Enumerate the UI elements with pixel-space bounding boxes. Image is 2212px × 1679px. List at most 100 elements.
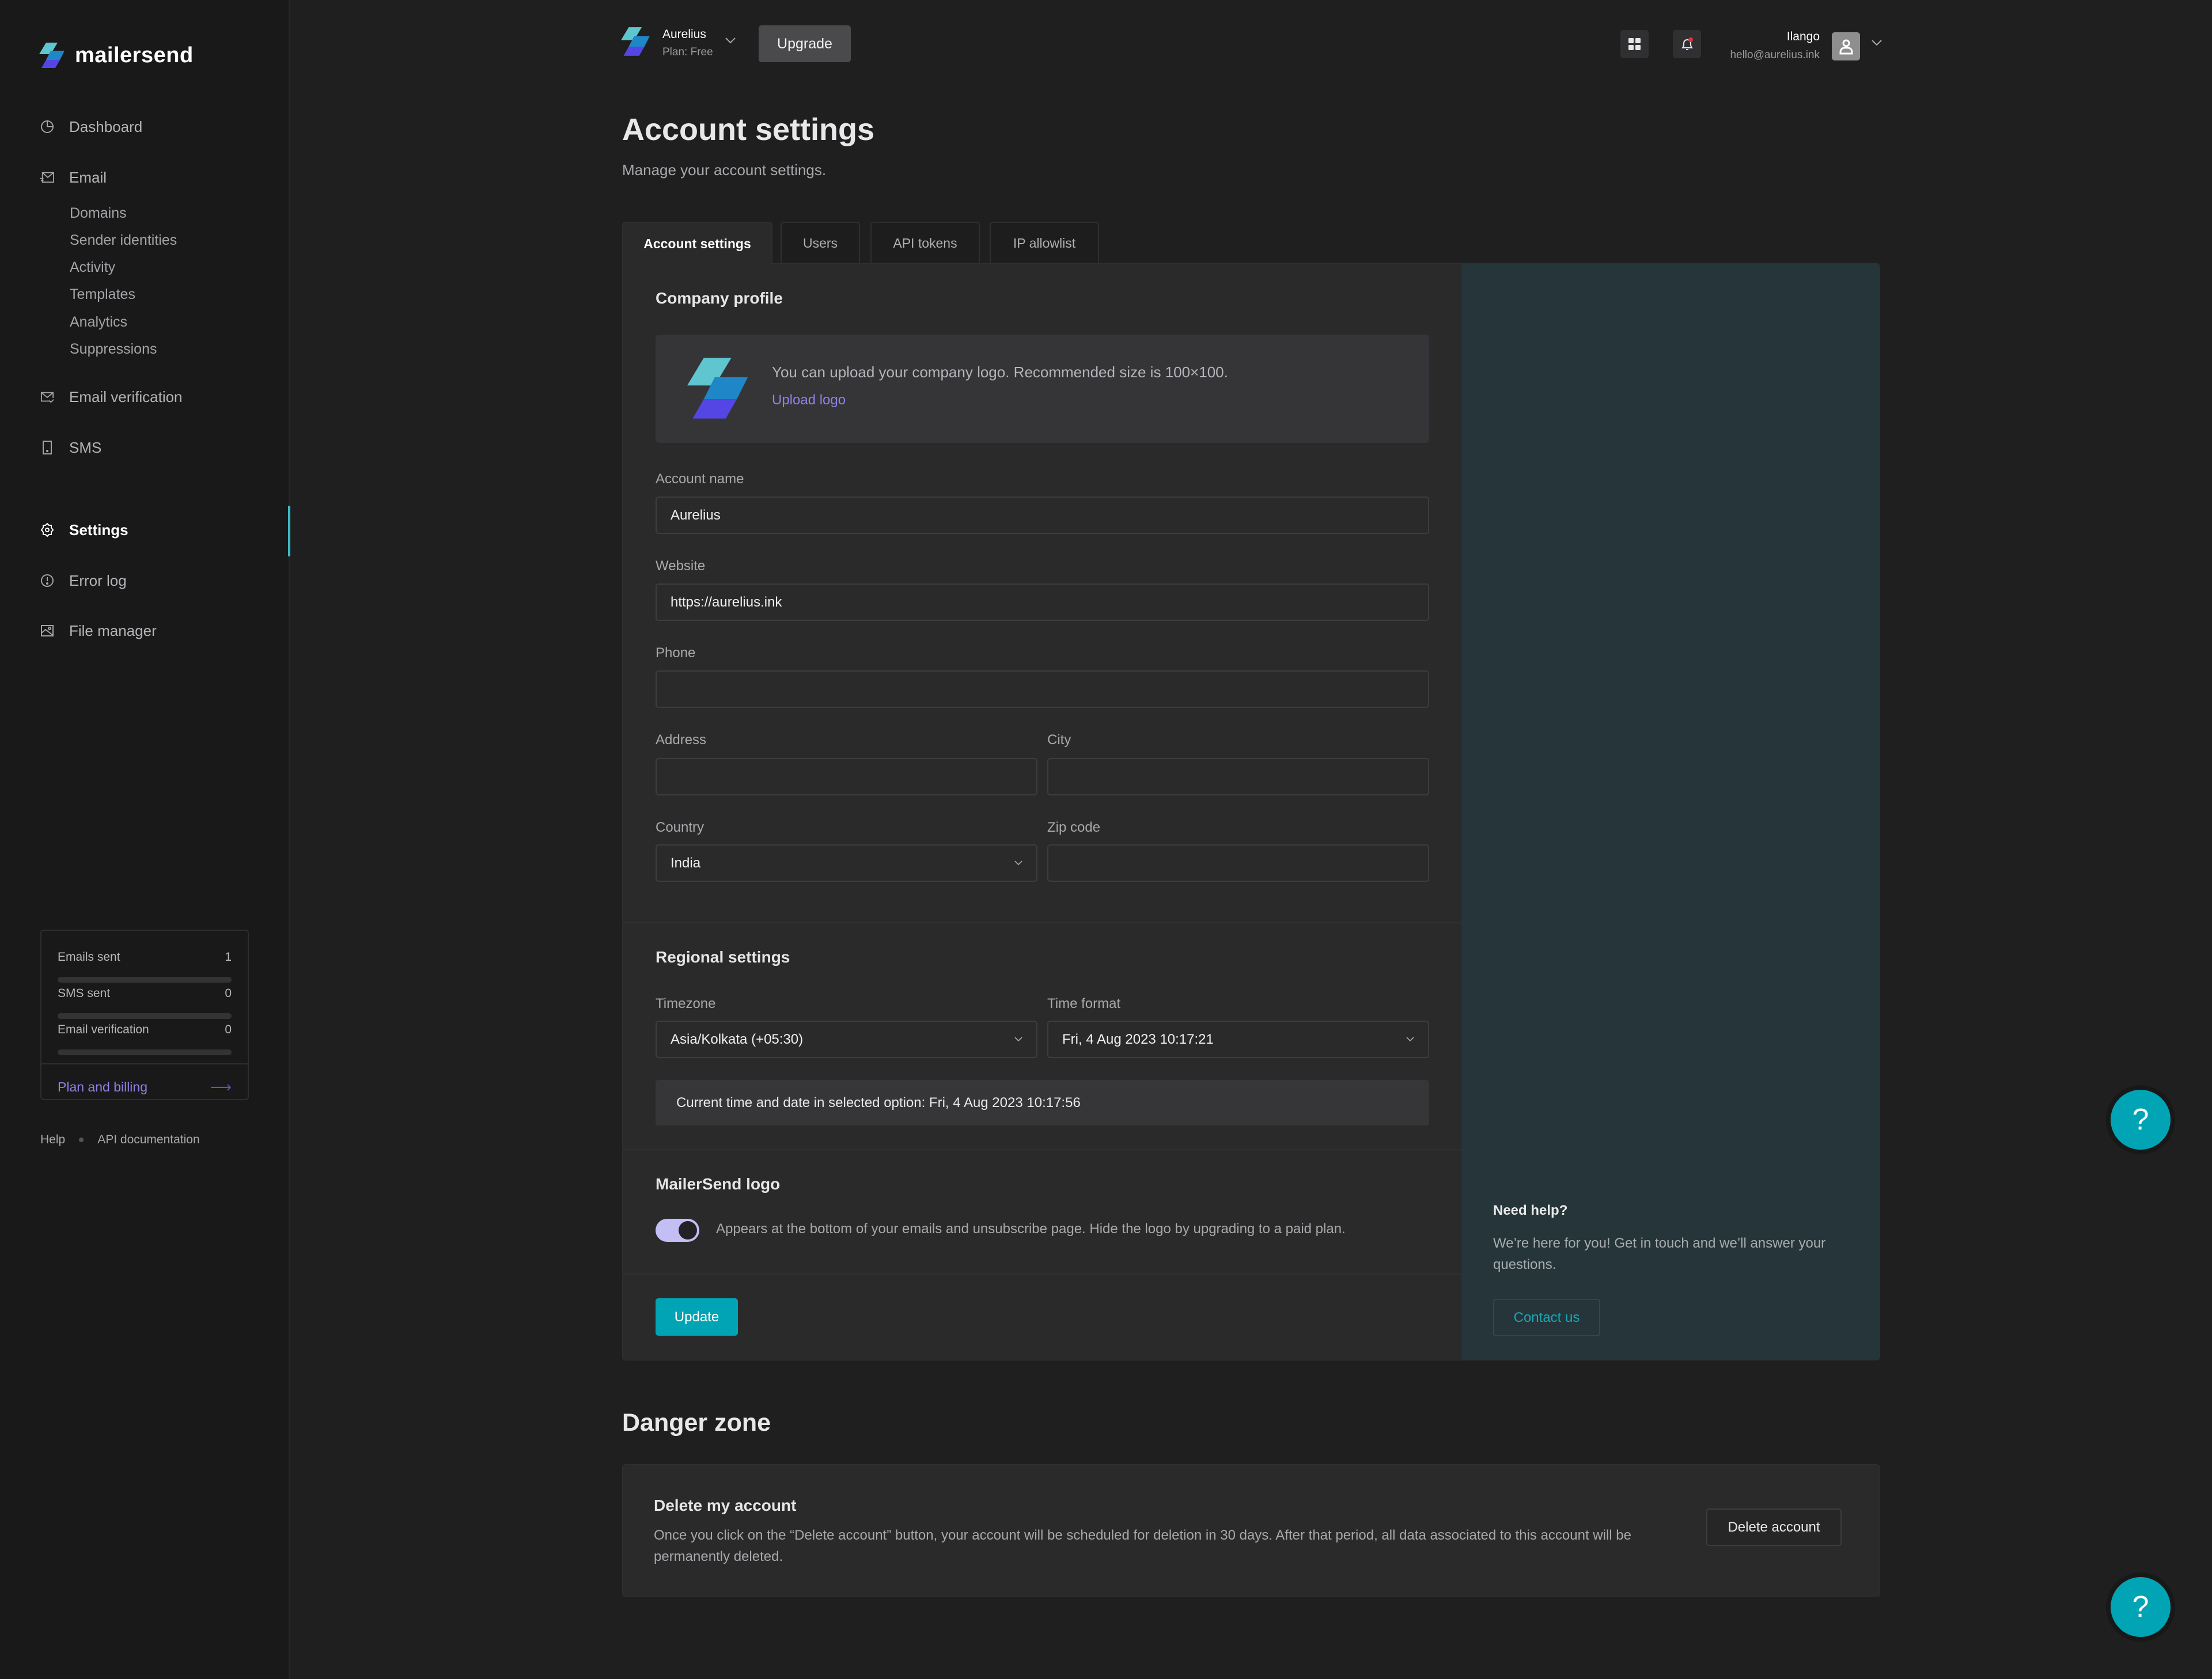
sidebar-subitem-domains[interactable]: Domains: [70, 203, 127, 223]
phone-field[interactable]: [656, 670, 1429, 708]
question-mark-icon: ?: [2132, 1103, 2149, 1136]
plan-link-label: Plan and billing: [58, 1079, 148, 1094]
arrow-right-icon: ⟶: [210, 1078, 232, 1096]
mailersend-logo-description: Appears at the bottom of your emails and…: [716, 1221, 1346, 1237]
phone-icon: [40, 441, 54, 454]
help-link[interactable]: Help: [40, 1133, 65, 1147]
sidebar-item-file-manager[interactable]: File manager: [40, 619, 157, 642]
sidebar-item-label: Error log: [69, 571, 127, 589]
sidebar-subitem-activity[interactable]: Activity: [70, 257, 115, 278]
country-select[interactable]: India: [656, 844, 1037, 882]
current-time-info: Current time and date in selected option…: [656, 1080, 1429, 1125]
delete-account-title: Delete my account: [654, 1496, 797, 1514]
website-field[interactable]: https://aurelius.ink: [656, 583, 1429, 621]
pie-chart-icon: [40, 120, 54, 134]
account-name-field[interactable]: Aurelius: [656, 497, 1429, 534]
company-logo-icon: [687, 358, 748, 419]
sidebar-item-dashboard[interactable]: Dashboard: [40, 115, 142, 138]
city-label: City: [1047, 732, 1071, 748]
sidebar: mailersend Dashboard Email Domains Sende…: [0, 0, 290, 1679]
regional-settings-heading: Regional settings: [656, 948, 790, 966]
workspace-plan: Plan: Free: [662, 46, 713, 58]
grid-icon: [1628, 37, 1641, 50]
phone-label: Phone: [656, 645, 696, 661]
chevron-down-icon: [1014, 1037, 1022, 1042]
sidebar-subitem-suppressions[interactable]: Suppressions: [70, 339, 157, 359]
sidebar-subitem-templates[interactable]: Templates: [70, 284, 135, 305]
help-fab-button[interactable]: ?: [2111, 1090, 2171, 1150]
delete-account-box: Delete my account Once you click on the …: [622, 1464, 1880, 1597]
logo-upload-message: You can upload your company logo. Recomm…: [772, 363, 1228, 381]
brand-logo[interactable]: mailersend: [39, 43, 194, 68]
active-indicator: [288, 506, 290, 556]
notifications-button[interactable]: [1673, 30, 1701, 58]
divider: [623, 922, 1461, 923]
country-label: Country: [656, 820, 704, 835]
separator-dot: [79, 1138, 84, 1142]
workspace-switcher[interactable]: [621, 26, 651, 56]
sidebar-subitem-sender-identities[interactable]: Sender identities: [70, 230, 177, 251]
chevron-down-icon[interactable]: [725, 37, 736, 44]
bell-icon: [1681, 37, 1693, 50]
time-format-label: Time format: [1047, 996, 1121, 1011]
usage-sms-sent: SMS sent 0: [58, 987, 232, 1000]
sidebar-item-label: Email: [69, 168, 107, 186]
tab-account-settings[interactable]: Account settings: [622, 222, 772, 264]
mailersend-logo-heading: MailerSend logo: [656, 1175, 781, 1193]
time-format-value: Fri, 4 Aug 2023 10:17:21: [1062, 1031, 1214, 1047]
sidebar-item-email-verification[interactable]: Email verification: [40, 385, 183, 408]
upgrade-button[interactable]: Upgrade: [759, 25, 851, 62]
zip-code-field[interactable]: [1047, 844, 1429, 882]
help-panel: Need help? We’re here for you! Get in to…: [1461, 264, 1880, 1360]
usage-email-verification: Email verification 0: [58, 1023, 232, 1037]
image-icon: [40, 624, 54, 638]
email-check-icon: [40, 390, 54, 404]
api-documentation-link[interactable]: API documentation: [97, 1133, 199, 1147]
timezone-value: Asia/Kolkata (+05:30): [671, 1031, 804, 1047]
divider: [41, 1063, 248, 1064]
account-name-label: Account name: [656, 471, 744, 487]
chevron-down-icon[interactable]: [1871, 39, 1883, 46]
tab-api-tokens[interactable]: API tokens: [870, 222, 980, 264]
sidebar-item-label: Settings: [69, 521, 128, 539]
usage-label: Emails sent: [58, 950, 120, 964]
avatar[interactable]: [1832, 32, 1860, 60]
help-fab-button[interactable]: ?: [2111, 1577, 2171, 1637]
sidebar-item-settings[interactable]: Settings: [40, 518, 128, 541]
sidebar-subitem-analytics[interactable]: Analytics: [70, 312, 127, 332]
email-send-icon: [40, 170, 54, 184]
timezone-select[interactable]: Asia/Kolkata (+05:30): [656, 1021, 1037, 1058]
city-field[interactable]: [1047, 758, 1429, 795]
workspace-name[interactable]: Aurelius: [662, 28, 706, 41]
update-button[interactable]: Update: [656, 1298, 738, 1336]
usage-progress-bar: [58, 1049, 232, 1055]
sidebar-item-email[interactable]: Email: [40, 166, 107, 189]
danger-zone-heading: Danger zone: [622, 1409, 771, 1437]
address-field[interactable]: [656, 758, 1037, 795]
toggle-knob: [679, 1221, 697, 1240]
sidebar-item-sms[interactable]: SMS: [40, 436, 101, 459]
sidebar-item-error-log[interactable]: Error log: [40, 569, 127, 592]
website-label: Website: [656, 558, 706, 574]
user-icon: [1839, 39, 1853, 54]
account-name-value: Aurelius: [671, 507, 721, 523]
country-value: India: [671, 855, 701, 871]
tab-users[interactable]: Users: [781, 222, 860, 264]
upload-logo-link[interactable]: Upload logo: [772, 392, 846, 408]
sidebar-item-label: SMS: [69, 438, 102, 456]
apps-grid-button[interactable]: [1620, 30, 1649, 58]
tab-ip-allowlist[interactable]: IP allowlist: [990, 222, 1099, 264]
question-mark-icon: ?: [2132, 1590, 2149, 1624]
help-panel-title: Need help?: [1493, 1203, 1568, 1218]
logo-upload-box: You can upload your company logo. Recomm…: [656, 335, 1429, 443]
plan-and-billing-link[interactable]: Plan and billing ⟶: [58, 1078, 232, 1096]
delete-account-description: Once you click on the “Delete account” b…: [654, 1528, 1631, 1564]
time-format-select[interactable]: Fri, 4 Aug 2023 10:17:21: [1047, 1021, 1429, 1058]
chevron-down-icon: [1406, 1037, 1414, 1042]
mailersend-logo-toggle[interactable]: [656, 1219, 699, 1242]
delete-account-button[interactable]: Delete account: [1706, 1509, 1842, 1546]
sidebar-item-label: Email verification: [69, 388, 183, 405]
usage-value: 0: [225, 987, 232, 1000]
usage-label: Email verification: [58, 1023, 149, 1036]
contact-us-button[interactable]: Contact us: [1493, 1299, 1600, 1336]
